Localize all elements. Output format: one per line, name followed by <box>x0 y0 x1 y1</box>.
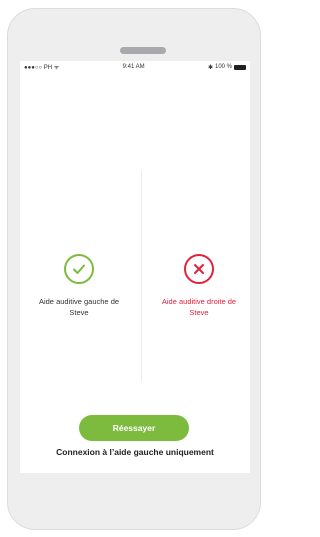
x-icon <box>184 254 214 284</box>
connect-left-only-link[interactable]: Connexion à l’aide gauche uniquement <box>20 447 250 457</box>
checkmark-icon <box>64 254 94 284</box>
battery-percent: 100 % <box>214 64 232 70</box>
phone-speaker <box>120 47 166 54</box>
battery-icon <box>234 64 246 70</box>
x-glyph <box>194 264 204 274</box>
carrier-text: ●●●○○ PH ᯤ <box>24 65 60 71</box>
status-carrier: ●●●○○ PH ᯤ <box>24 63 59 71</box>
status-bar: ●●●○○ PH ᯤ 9:41 AM ✱ 100 % <box>20 61 250 73</box>
left-aid-label: Aide auditive gauche de Steve <box>38 297 120 317</box>
checkmark-glyph <box>73 264 85 274</box>
status-time: 9:41 AM <box>122 64 145 70</box>
retry-button[interactable]: Réessayer <box>79 415 189 441</box>
status-battery: ✱ 100 % <box>208 64 246 71</box>
bluetooth-icon: ✱ <box>207 64 213 71</box>
center-divider <box>141 171 142 381</box>
right-aid-label: Aide auditive droite de Steve <box>161 297 237 317</box>
app-screen: ●●●○○ PH ᯤ 9:41 AM ✱ 100 % Aide auditive… <box>20 61 250 473</box>
